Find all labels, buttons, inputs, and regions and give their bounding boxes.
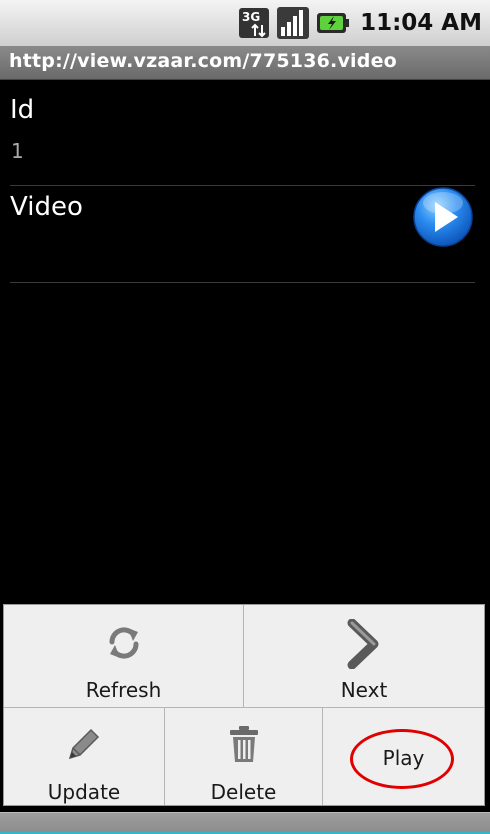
delete-menu-item[interactable]: Delete [164, 708, 322, 805]
page-title: http://view.vzaar.com/775136.video [9, 50, 397, 72]
play-menu-item[interactable]: Play [322, 708, 484, 805]
refresh-icon [108, 627, 139, 659]
refresh-menu-item[interactable]: Refresh [4, 605, 243, 707]
menu-row: Refresh Next [4, 605, 484, 708]
divider [10, 185, 475, 186]
chevron-right-icon [347, 619, 379, 669]
next-menu-item[interactable]: Next [243, 605, 484, 707]
id-value: 1 [11, 139, 24, 163]
options-menu: Refresh Next Update Delete Play [3, 604, 485, 806]
trash-icon [229, 726, 258, 762]
app-screen: 3G 11:04 AM http://view.vzaar.com/775136… [0, 0, 490, 834]
pencil-icon [68, 728, 100, 760]
menu-item-label: Play [382, 746, 425, 770]
network-3g-icon: 3G [239, 8, 270, 38]
menu-item-label: Next [340, 678, 388, 702]
signal-strength-icon [277, 7, 310, 39]
bottom-bar [0, 812, 490, 834]
battery-charging-icon [317, 13, 350, 33]
update-menu-item[interactable]: Update [4, 708, 164, 805]
status-time: 11:04 AM [360, 10, 482, 36]
divider [10, 282, 475, 283]
status-bar: 3G 11:04 AM [0, 0, 490, 46]
menu-item-label: Refresh [85, 678, 162, 702]
video-label: Video [10, 192, 83, 222]
status-icons: 3G 11:04 AM [238, 6, 482, 40]
play-icon[interactable] [412, 186, 474, 248]
title-bar: http://view.vzaar.com/775136.video [0, 46, 490, 80]
network-type-text: 3G [242, 10, 260, 24]
id-label: Id [10, 95, 35, 125]
menu-item-label: Update [47, 780, 121, 804]
menu-row: Update Delete Play [4, 708, 484, 805]
menu-item-label: Delete [210, 780, 277, 804]
